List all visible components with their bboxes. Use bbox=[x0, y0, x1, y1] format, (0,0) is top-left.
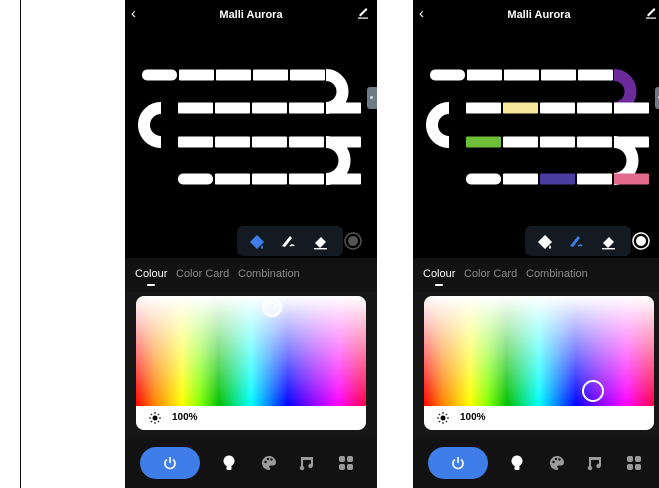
led-segment[interactable] bbox=[614, 136, 649, 148]
brightness-bar[interactable]: 100% bbox=[136, 406, 366, 430]
led-segment[interactable] bbox=[215, 102, 250, 114]
led-strip-curve[interactable] bbox=[325, 136, 351, 185]
tab-active-indicator bbox=[147, 284, 155, 286]
led-segment[interactable] bbox=[503, 173, 538, 185]
tab-combination[interactable]: Combination bbox=[526, 268, 588, 280]
led-segment[interactable] bbox=[216, 69, 251, 81]
tool-bar bbox=[525, 226, 655, 256]
led-segment[interactable] bbox=[326, 173, 361, 185]
led-segment[interactable] bbox=[540, 136, 575, 148]
brightness-bar[interactable]: 100% bbox=[424, 406, 654, 430]
led-segment[interactable] bbox=[430, 69, 465, 81]
tab-color-card[interactable]: Color Card bbox=[464, 268, 517, 280]
led-segment[interactable] bbox=[215, 136, 250, 148]
palette-icon[interactable] bbox=[548, 454, 566, 472]
phone-screen-right: ‹ Malli Aurora Colour Color Card Combina… bbox=[413, 0, 659, 488]
mode-tabs: Colour Color Card Combination bbox=[413, 258, 659, 292]
brightness-value: 100% bbox=[172, 412, 198, 423]
pen-icon[interactable] bbox=[277, 230, 299, 252]
bottom-nav bbox=[413, 438, 659, 488]
colour-picker[interactable] bbox=[136, 296, 366, 406]
led-segment[interactable] bbox=[503, 102, 538, 114]
power-button[interactable] bbox=[140, 447, 200, 479]
led-segment[interactable] bbox=[178, 173, 213, 185]
led-segment[interactable] bbox=[541, 69, 576, 81]
paint-bucket-icon[interactable] bbox=[534, 230, 556, 252]
scenes-icon[interactable] bbox=[625, 454, 643, 472]
led-segment[interactable] bbox=[466, 173, 501, 185]
led-strip-curve[interactable] bbox=[138, 102, 162, 148]
led-segment[interactable] bbox=[253, 69, 288, 81]
colour-picker-handle[interactable] bbox=[261, 297, 282, 317]
led-segment[interactable] bbox=[578, 69, 613, 81]
led-strip[interactable] bbox=[125, 0, 377, 200]
led-segment[interactable] bbox=[252, 136, 287, 148]
mode-tabs: Colour Color Card Combination bbox=[125, 258, 377, 292]
led-segment[interactable] bbox=[503, 136, 538, 148]
led-segment[interactable] bbox=[466, 102, 501, 114]
scenes-icon[interactable] bbox=[337, 454, 355, 472]
led-strip[interactable] bbox=[413, 0, 659, 200]
pen-icon[interactable] bbox=[565, 230, 587, 252]
led-segment[interactable] bbox=[504, 69, 539, 81]
side-panel-handle[interactable] bbox=[367, 87, 377, 109]
led-segment[interactable] bbox=[179, 69, 214, 81]
colour-picker[interactable] bbox=[424, 296, 654, 406]
led-segment[interactable] bbox=[577, 173, 612, 185]
led-segment[interactable] bbox=[577, 136, 612, 148]
led-segment[interactable] bbox=[178, 102, 213, 114]
led-segment[interactable] bbox=[326, 136, 361, 148]
led-segment[interactable] bbox=[289, 136, 324, 148]
power-icon bbox=[164, 457, 176, 470]
led-segment[interactable] bbox=[540, 173, 575, 185]
tool-bar bbox=[237, 226, 367, 256]
led-segment[interactable] bbox=[540, 102, 575, 114]
led-segment[interactable] bbox=[252, 102, 287, 114]
sun-icon bbox=[437, 412, 449, 424]
led-segment[interactable] bbox=[252, 173, 287, 185]
page-divider-line bbox=[20, 0, 21, 488]
color-dot-icon[interactable] bbox=[630, 230, 652, 252]
led-segment[interactable] bbox=[614, 173, 649, 185]
led-strip-curve[interactable] bbox=[426, 102, 450, 148]
side-panel-handle[interactable] bbox=[655, 87, 659, 109]
led-segment[interactable] bbox=[289, 173, 324, 185]
led-segment[interactable] bbox=[142, 69, 177, 81]
bottom-nav bbox=[125, 438, 377, 488]
tab-colour[interactable]: Colour bbox=[135, 268, 167, 280]
brightness-value: 100% bbox=[460, 412, 486, 423]
led-segment[interactable] bbox=[614, 102, 649, 114]
led-segment[interactable] bbox=[289, 102, 324, 114]
power-button[interactable] bbox=[428, 447, 488, 479]
tab-color-card[interactable]: Color Card bbox=[176, 268, 229, 280]
led-segment[interactable] bbox=[467, 69, 502, 81]
colour-picker-handle[interactable] bbox=[581, 379, 604, 402]
led-segment[interactable] bbox=[326, 102, 361, 114]
music-icon[interactable] bbox=[586, 454, 604, 472]
led-segment[interactable] bbox=[577, 102, 612, 114]
bulb-icon[interactable] bbox=[220, 454, 238, 472]
led-segment[interactable] bbox=[215, 173, 250, 185]
palette-icon[interactable] bbox=[260, 454, 278, 472]
color-dot-icon[interactable] bbox=[342, 230, 364, 252]
led-segment[interactable] bbox=[466, 136, 501, 148]
music-icon[interactable] bbox=[298, 454, 316, 472]
bulb-icon[interactable] bbox=[508, 454, 526, 472]
sun-icon bbox=[149, 412, 161, 424]
led-segment[interactable] bbox=[290, 69, 325, 81]
power-icon bbox=[452, 457, 464, 470]
tab-colour[interactable]: Colour bbox=[423, 268, 455, 280]
eraser-icon[interactable] bbox=[309, 230, 331, 252]
phone-screen-left: ‹ Malli Aurora Colour Color Card Combina… bbox=[125, 0, 377, 488]
tab-combination[interactable]: Combination bbox=[238, 268, 300, 280]
tab-active-indicator bbox=[435, 284, 443, 286]
led-strip-curve[interactable] bbox=[613, 136, 639, 185]
led-segment[interactable] bbox=[178, 136, 213, 148]
paint-bucket-icon[interactable] bbox=[246, 230, 268, 252]
eraser-icon[interactable] bbox=[597, 230, 619, 252]
